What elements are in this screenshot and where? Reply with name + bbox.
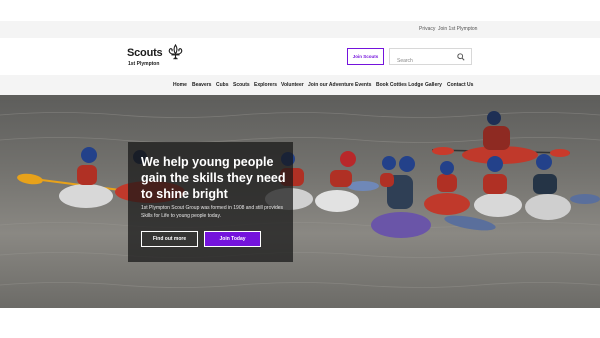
hero-banner bbox=[0, 95, 600, 308]
nav-scouts[interactable]: Scouts bbox=[233, 82, 250, 88]
nav-contact-us[interactable]: Contact Us bbox=[447, 82, 473, 88]
nav-home[interactable]: Home bbox=[173, 82, 187, 88]
top-whitespace bbox=[0, 0, 600, 21]
nav-book-cotties-lodge[interactable]: Book Cotties Lodge bbox=[376, 82, 423, 88]
search-icon[interactable] bbox=[457, 53, 465, 61]
search-input[interactable] bbox=[390, 53, 457, 69]
nav-cubs[interactable]: Cubs bbox=[216, 82, 229, 88]
fleur-de-lis-icon bbox=[168, 44, 183, 60]
hero-title: We help young people gain the skills the… bbox=[141, 155, 286, 201]
nav-explorers[interactable]: Explorers bbox=[254, 82, 277, 88]
page-bottom bbox=[0, 308, 600, 338]
main-nav: Home Beavers Cubs Scouts Explorers Volun… bbox=[0, 75, 600, 95]
join-today-button[interactable]: Join Today bbox=[204, 231, 261, 247]
logo-wordmark[interactable]: Scouts bbox=[127, 47, 163, 59]
search-box bbox=[389, 48, 472, 69]
nav-events[interactable]: Events bbox=[355, 82, 371, 88]
find-out-more-button[interactable]: Find out more bbox=[141, 231, 198, 247]
nav-volunteer[interactable]: Volunteer bbox=[281, 82, 304, 88]
nav-join-our-adventure[interactable]: Join our Adventure bbox=[308, 82, 354, 88]
hero-description: 1st Plympton Scout Group was formed in 1… bbox=[141, 205, 284, 219]
nav-gallery[interactable]: Gallery bbox=[425, 82, 442, 88]
nav-beavers[interactable]: Beavers bbox=[192, 82, 211, 88]
hero-kayak-photo bbox=[0, 111, 600, 288]
utility-bar: Privacy Join 1st Plympton bbox=[0, 21, 600, 38]
brand-bar bbox=[0, 38, 600, 75]
group-name: 1st Plympton bbox=[128, 61, 160, 67]
privacy-link[interactable]: Privacy bbox=[419, 26, 435, 32]
join-group-link[interactable]: Join 1st Plympton bbox=[438, 26, 477, 32]
join-scouts-button[interactable]: Join Scouts bbox=[347, 48, 384, 65]
